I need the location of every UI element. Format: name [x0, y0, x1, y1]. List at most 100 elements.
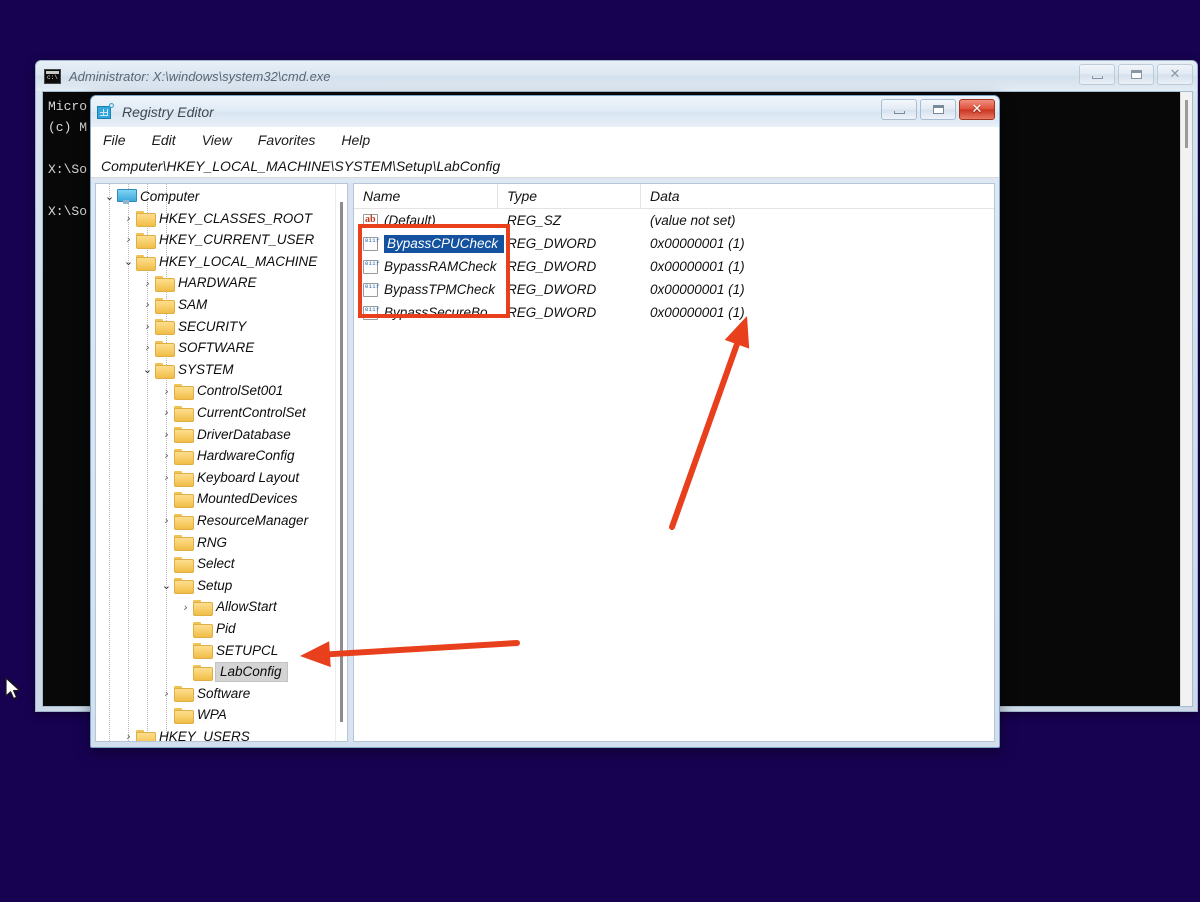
chevron-right-icon[interactable]: › — [159, 384, 174, 399]
regedit-minimize-button[interactable] — [881, 99, 917, 120]
registry-editor-titlebar[interactable]: Registry Editor ✕ — [91, 96, 999, 127]
tree-item-hkey-classes-root[interactable]: › HKEY_CLASSES_ROOT — [96, 208, 335, 230]
chevron-right-icon[interactable]: › — [159, 427, 174, 442]
chevron-down-icon[interactable]: ⌄ — [140, 362, 155, 377]
cmd-close-button[interactable]: ✕ — [1157, 64, 1193, 85]
tree-item-wpa[interactable]: WPA — [96, 704, 335, 726]
folder-icon — [155, 276, 175, 293]
registry-tree-pane[interactable]: ⌄ Computer › HKEY_CLASSES_ROOT › HKEY_CURRENT… — [95, 183, 348, 742]
value-name-cell[interactable]: BypassSecureBo... — [354, 305, 499, 320]
tree-item-label: CurrentControlSet — [197, 404, 306, 420]
tree-item-allowstart[interactable]: › AllowStart — [96, 596, 335, 618]
column-header-type[interactable]: Type — [498, 184, 641, 208]
tree-item-security[interactable]: › SECURITY — [96, 316, 335, 338]
desktop-background: Administrator: X:\windows\system32\cmd.e… — [0, 0, 1200, 902]
column-header-name[interactable]: Name — [354, 184, 498, 208]
tree-scrollbar-thumb[interactable] — [340, 202, 343, 722]
value-name-cell[interactable]: BypassRAMCheck — [354, 259, 498, 274]
chevron-right-icon[interactable]: › — [159, 448, 174, 463]
chevron-right-icon[interactable]: › — [159, 686, 174, 701]
menu-item-help[interactable]: Help — [339, 130, 372, 150]
chevron-right-icon[interactable]: › — [159, 513, 174, 528]
chevron-right-icon[interactable]: › — [121, 729, 136, 741]
tree-item-label: LabConfig — [215, 661, 288, 683]
chevron-right-icon[interactable]: › — [121, 232, 136, 247]
value-name-cell[interactable]: BypassTPMCheck — [354, 282, 498, 297]
tree-item-software[interactable]: › Software — [96, 683, 335, 705]
tree-item-label: DriverDatabase — [197, 426, 291, 442]
chevron-down-icon[interactable]: ⌄ — [102, 189, 117, 204]
regedit-maximize-button[interactable] — [920, 99, 956, 120]
value-row[interactable]: BypassTPMCheck REG_DWORD 0x00000001 (1) — [354, 278, 994, 301]
tree-item-driverdatabase[interactable]: › DriverDatabase — [96, 424, 335, 446]
chevron-right-icon[interactable]: › — [159, 405, 174, 420]
menu-item-file[interactable]: File — [101, 130, 128, 150]
chevron-right-icon[interactable]: › — [178, 600, 193, 615]
tree-item-keyboard-layout[interactable]: › Keyboard Layout — [96, 467, 335, 489]
value-name-cell[interactable]: BypassCPUCheck — [354, 234, 505, 253]
tree-item-pid[interactable]: Pid — [96, 618, 335, 640]
value-row[interactable]: (Default) REG_SZ (value not set) — [354, 209, 994, 232]
tree-item-rng[interactable]: RNG — [96, 532, 335, 554]
tree-item-system[interactable]: ⌄ SYSTEM — [96, 359, 335, 381]
console-scrollbar[interactable] — [1180, 92, 1192, 706]
folder-icon — [174, 578, 194, 595]
tree-scrollbar[interactable] — [335, 184, 347, 741]
tree-item-computer[interactable]: ⌄ Computer — [96, 186, 335, 208]
folder-icon — [136, 254, 156, 271]
registry-values-pane[interactable]: Name Type Data (Default) REG_SZ (value not… — [353, 183, 995, 742]
menu-item-favorites[interactable]: Favorites — [256, 130, 318, 150]
folder-icon — [193, 600, 213, 617]
tree-item-hardwareconfig[interactable]: › HardwareConfig — [96, 445, 335, 467]
value-type-cell: REG_SZ — [507, 213, 562, 228]
chevron-right-icon[interactable]: › — [140, 340, 155, 355]
tree-item-software[interactable]: › SOFTWARE — [96, 337, 335, 359]
registry-editor-window[interactable]: Registry Editor ✕ File Edit View Favorites H… — [90, 95, 1000, 748]
value-data-cell: 0x00000001 (1) — [650, 259, 745, 274]
cmd-titlebar[interactable]: Administrator: X:\windows\system32\cmd.e… — [36, 61, 1197, 91]
chevron-right-icon[interactable]: › — [140, 297, 155, 312]
menu-item-edit[interactable]: Edit — [150, 130, 178, 150]
menu-item-view[interactable]: View — [200, 130, 234, 150]
chevron-right-icon[interactable]: › — [121, 211, 136, 226]
regedit-close-button[interactable]: ✕ — [959, 99, 995, 120]
tree-item-hkey-current-user[interactable]: › HKEY_CURRENT_USER — [96, 229, 335, 251]
tree-item-hkey-users[interactable]: › HKEY_USERS — [96, 726, 335, 741]
tree-item-setupcl[interactable]: SETUPCL — [96, 639, 335, 661]
tree-item-label: SOFTWARE — [178, 340, 255, 356]
chevron-down-icon[interactable]: ⌄ — [121, 254, 136, 269]
tree-item-label: Setup — [197, 577, 233, 593]
tree-item-labconfig[interactable]: LabConfig — [96, 661, 335, 683]
tree-item-hardware[interactable]: › HARDWARE — [96, 272, 335, 294]
tree-item-currentcontrolset[interactable]: › CurrentControlSet — [96, 402, 335, 424]
value-row[interactable]: BypassCPUCheckREG_DWORD 0x00000001 (1) — [354, 232, 994, 255]
maximize-icon — [932, 105, 944, 114]
tree-item-resourcemanager[interactable]: › ResourceManager — [96, 510, 335, 532]
tree-item-controlset001[interactable]: › ControlSet001 — [96, 380, 335, 402]
chevron-right-icon[interactable]: › — [140, 319, 155, 334]
value-row[interactable]: BypassRAMCheck REG_DWORD 0x00000001 (1) — [354, 255, 994, 278]
console-scrollbar-thumb[interactable] — [1185, 100, 1188, 148]
tree-item-label: WPA — [197, 707, 227, 723]
registry-address-bar[interactable]: Computer\HKEY_LOCAL_MACHINE\SYSTEM\Setup… — [91, 154, 999, 178]
tree-item-mounteddevices[interactable]: MountedDevices — [96, 488, 335, 510]
tree-item-hkey-local-machine[interactable]: ⌄ HKEY_LOCAL_MACHINE — [96, 251, 335, 273]
cmd-minimize-button[interactable] — [1079, 64, 1115, 85]
folder-icon — [155, 362, 175, 379]
tree-item-sam[interactable]: › SAM — [96, 294, 335, 316]
chevron-right-icon[interactable]: › — [140, 276, 155, 291]
column-header-data[interactable]: Data — [641, 184, 994, 208]
dword-value-icon — [363, 236, 380, 251]
cmd-maximize-button[interactable] — [1118, 64, 1154, 85]
tree-item-setup[interactable]: ⌄ Setup — [96, 575, 335, 597]
value-row[interactable]: BypassSecureBo... REG_DWORD 0x00000001 (1) — [354, 301, 994, 324]
tree-item-select[interactable]: Select — [96, 553, 335, 575]
value-name-label: BypassCPUCheck — [384, 234, 505, 253]
folder-icon — [174, 492, 194, 509]
chevron-right-icon[interactable]: › — [159, 470, 174, 485]
registry-address-path: Computer\HKEY_LOCAL_MACHINE\SYSTEM\Setup… — [101, 157, 501, 174]
chevron-down-icon[interactable]: ⌄ — [159, 578, 174, 593]
value-name-cell[interactable]: (Default) — [354, 213, 498, 228]
